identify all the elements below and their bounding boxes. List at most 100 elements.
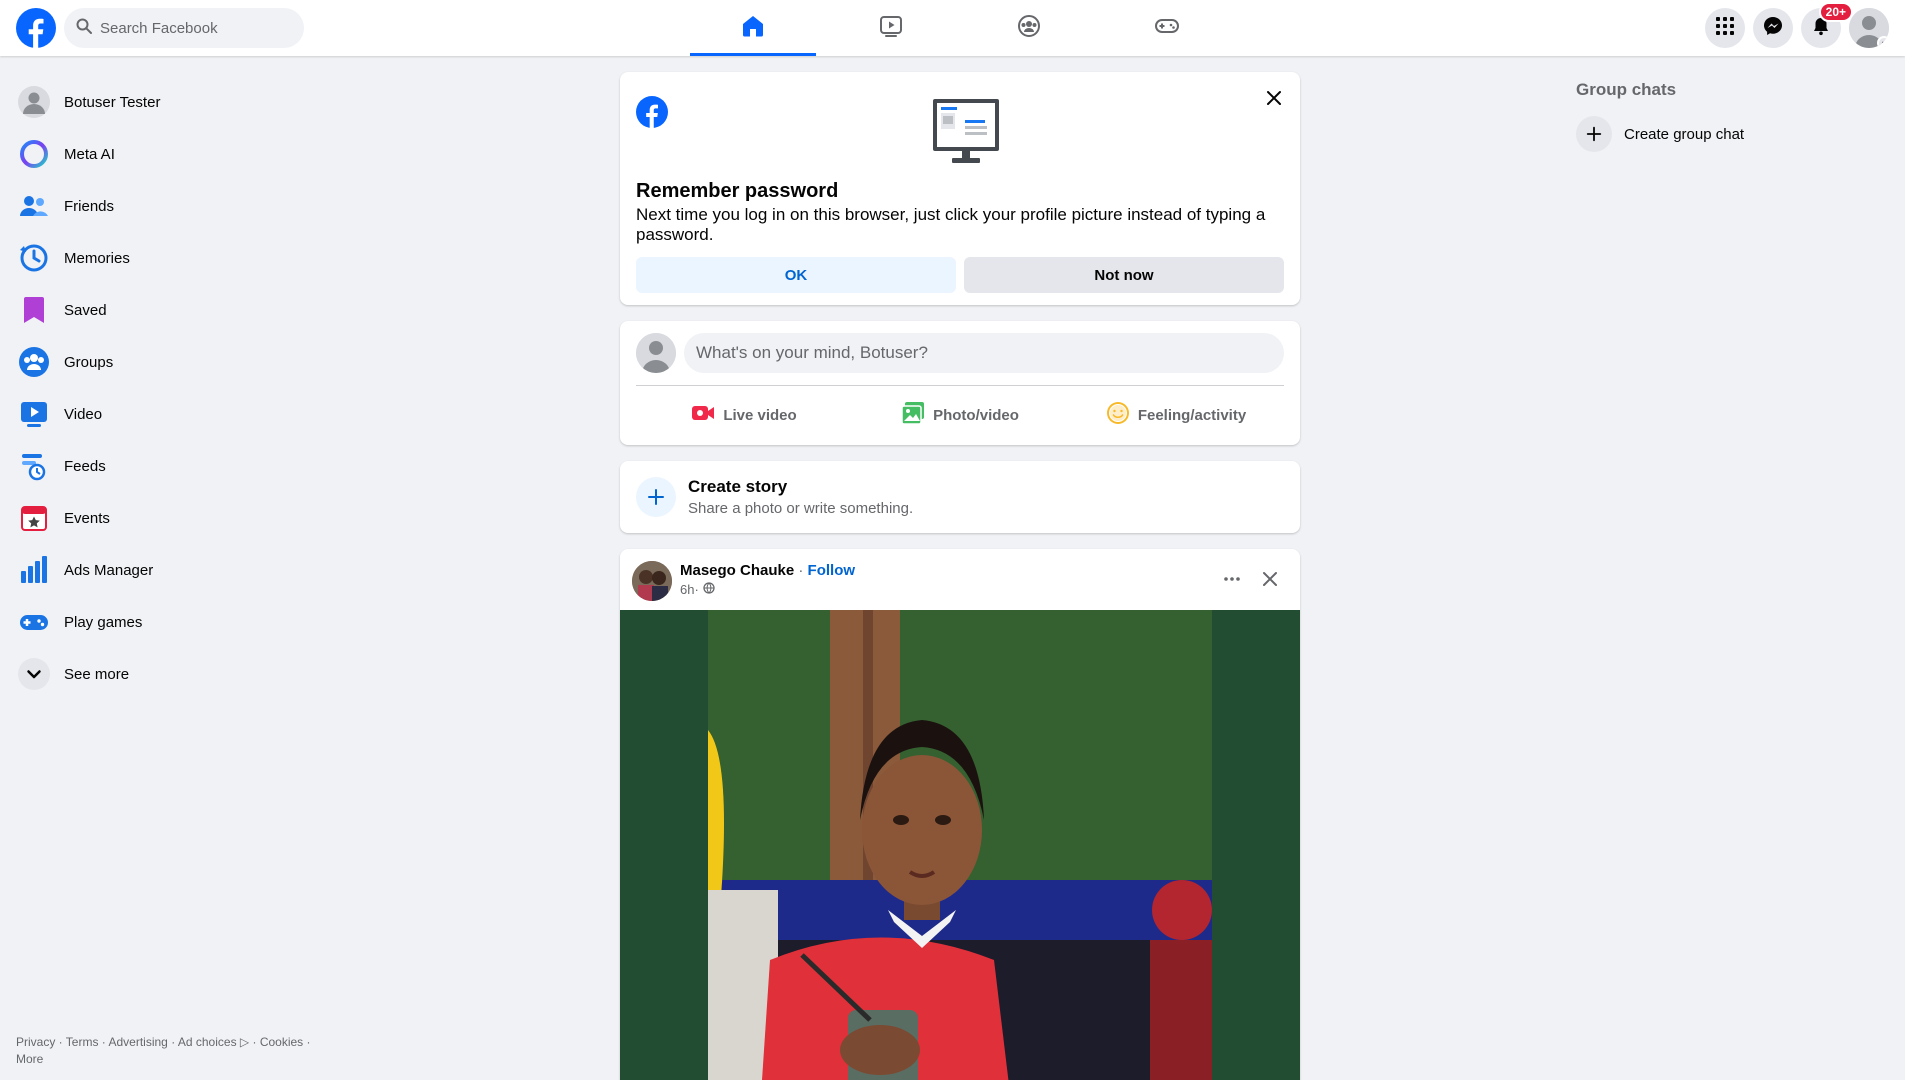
post-author-name[interactable]: Masego Chauke <box>680 562 794 579</box>
search-bar[interactable] <box>64 8 304 48</box>
close-dialog-button[interactable] <box>1260 84 1288 112</box>
more-link[interactable]: More <box>16 1052 43 1066</box>
cookies-link[interactable]: Cookies <box>260 1035 303 1049</box>
dialog-body: Next time you log in on this browser, ju… <box>636 205 1266 244</box>
post-composer: What's on your mind, Botuser? Live video… <box>620 321 1300 445</box>
status-input[interactable]: What's on your mind, Botuser? <box>684 333 1284 373</box>
sidebar-item-see-more[interactable]: See more <box>8 648 348 700</box>
post-photo[interactable] <box>620 610 1300 1080</box>
groups-icon <box>1016 13 1042 44</box>
photo-video-icon <box>901 401 933 429</box>
messenger-button[interactable] <box>1753 8 1793 48</box>
search-input[interactable] <box>100 19 290 37</box>
ad-choices-link[interactable]: Ad choices <box>178 1035 237 1049</box>
sidebar-item-label: Groups <box>64 353 114 371</box>
live-video-button[interactable]: Live video <box>636 391 852 439</box>
facebook-logo-icon[interactable] <box>16 8 56 48</box>
chevron-down-icon: ▾ <box>1877 36 1889 48</box>
dialog-title: Remember password <box>636 180 839 202</box>
sidebar-item-label: Ads Manager <box>64 561 154 579</box>
remember-password-dialog: Remember password Next time you log in o… <box>620 72 1300 305</box>
follow-button[interactable]: Follow <box>808 562 856 579</box>
post-time[interactable]: 6h <box>680 582 694 597</box>
feeling-activity-button[interactable]: Feeling/activity <box>1068 391 1284 439</box>
profile-avatar-icon <box>16 84 52 120</box>
hide-post-button[interactable] <box>1252 561 1288 597</box>
sidebar-item-memories[interactable]: Memories <box>8 232 348 284</box>
create-story-subtitle: Share a photo or write something. <box>688 500 914 517</box>
photo-video-label: Photo/video <box>933 406 1019 424</box>
author-avatar-image <box>632 561 672 601</box>
sidebar-item-label: Saved <box>64 301 107 319</box>
create-story-title: Create story <box>688 477 788 496</box>
sidebar-footer-links: Privacy · Terms · Advertising · Ad choic… <box>16 1035 311 1066</box>
feed-post: Masego Chauke · Follow 6h · <box>620 549 1300 1080</box>
sidebar-item-label: Events <box>64 509 110 527</box>
sidebar-item-meta-ai[interactable]: Meta AI <box>8 128 348 180</box>
sidebar-item-ads-manager[interactable]: Ads Manager <box>8 544 348 596</box>
close-icon <box>1263 572 1277 586</box>
grid-menu-icon <box>1715 16 1735 41</box>
gaming-icon <box>1154 13 1180 44</box>
photo-video-button[interactable]: Photo/video <box>852 391 1068 439</box>
create-group-chat-button[interactable]: Create group chat <box>1576 116 1744 152</box>
notifications-badge: 20+ <box>1818 2 1853 22</box>
notifications-button[interactable]: 20+ <box>1801 2 1853 48</box>
saved-icon <box>16 292 52 328</box>
sidebar-item-label: Video <box>64 405 103 423</box>
memories-icon <box>16 240 52 276</box>
sidebar-item-label: Play games <box>64 613 143 631</box>
post-options-button[interactable] <box>1214 561 1250 597</box>
more-horizontal-icon <box>1224 577 1240 581</box>
live-video-label: Live video <box>723 406 797 424</box>
feeling-icon <box>1106 401 1138 429</box>
avatar[interactable] <box>632 561 672 601</box>
tab-gaming[interactable] <box>1104 0 1230 56</box>
top-navigation-bar: 20+ ▾ <box>0 0 1905 56</box>
sidebar-item-events[interactable]: Events <box>8 492 348 544</box>
plus-icon <box>1576 116 1612 152</box>
sidebar-item-label: Friends <box>64 197 115 215</box>
post-image <box>620 610 1300 1080</box>
play-games-icon <box>16 604 52 640</box>
tab-home[interactable] <box>690 0 816 56</box>
home-icon <box>740 13 766 44</box>
sidebar-item-profile[interactable]: Botuser Tester <box>8 76 348 128</box>
post-meta: 6h · <box>680 582 715 597</box>
facebook-logo-icon <box>636 96 668 128</box>
terms-link[interactable]: Terms <box>66 1035 99 1049</box>
tab-video[interactable] <box>828 0 954 56</box>
sidebar-item-feeds[interactable]: Feeds <box>8 440 348 492</box>
tab-groups[interactable] <box>966 0 1092 56</box>
feeling-activity-label: Feeling/activity <box>1137 406 1247 424</box>
video-icon <box>16 396 52 432</box>
events-icon <box>16 500 52 536</box>
search-icon <box>76 18 92 39</box>
advertising-link[interactable]: Advertising <box>108 1035 167 1049</box>
friends-icon <box>16 188 52 224</box>
globe-icon <box>699 582 715 597</box>
menu-button[interactable] <box>1705 8 1745 48</box>
groups-icon <box>16 344 52 380</box>
sidebar-item-video[interactable]: Video <box>8 388 348 440</box>
composer-actions: Live video Photo/video Feeling/activity <box>636 391 1284 439</box>
sidebar-item-saved[interactable]: Saved <box>8 284 348 336</box>
video-icon <box>878 13 904 44</box>
group-chats-title: Group chats <box>1576 80 1677 99</box>
separator-dot: · <box>794 562 808 579</box>
create-story-card[interactable]: Create story Share a photo or write some… <box>620 461 1300 533</box>
header-actions: 20+ ▾ <box>1697 2 1889 48</box>
feeds-icon <box>16 448 52 484</box>
divider <box>636 385 1284 386</box>
avatar[interactable] <box>636 333 676 373</box>
privacy-link[interactable]: Privacy <box>16 1035 55 1049</box>
account-avatar-button[interactable]: ▾ <box>1849 8 1889 48</box>
post-header: Masego Chauke · Follow <box>680 562 855 579</box>
ok-button[interactable]: OK <box>636 257 956 293</box>
main-nav-tabs <box>690 0 1242 56</box>
not-now-button[interactable]: Not now <box>964 257 1284 293</box>
sidebar-item-play-games[interactable]: Play games <box>8 596 348 648</box>
ads-manager-icon <box>16 552 52 588</box>
sidebar-item-friends[interactable]: Friends <box>8 180 348 232</box>
sidebar-item-groups[interactable]: Groups <box>8 336 348 388</box>
